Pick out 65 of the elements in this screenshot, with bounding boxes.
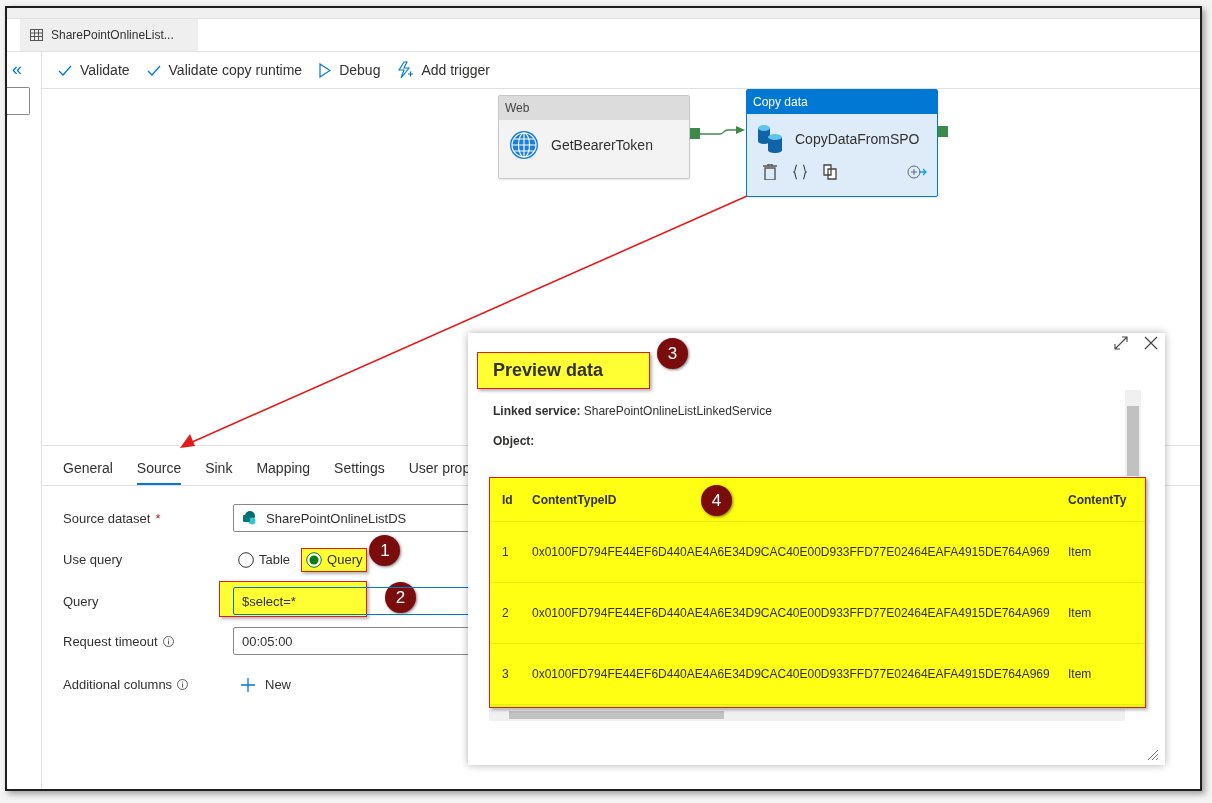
add-output-icon[interactable] xyxy=(907,165,927,179)
lightning-plus-icon xyxy=(397,61,414,79)
field-value: SharePointOnlineListDS xyxy=(266,510,407,526)
document-tab[interactable]: SharePointOnlineList... xyxy=(20,19,198,51)
copy-icon[interactable] xyxy=(823,164,837,180)
table-cell: 0x0100FD794FE44EF6D440AE4A6E34D9CAC40E00D933FFD77E02464EAFA4915DE764A969 xyxy=(532,545,1050,559)
field-label: Request timeout xyxy=(63,633,158,649)
activity-type: Copy data xyxy=(753,95,808,109)
side-tab[interactable] xyxy=(7,87,30,115)
linked-service-text: Linked service: SharePointOnlineListLinkedService xyxy=(493,404,772,418)
code-icon[interactable] xyxy=(793,164,807,180)
sharepoint-icon xyxy=(242,511,256,525)
required-mark: * xyxy=(155,510,161,526)
delete-icon[interactable] xyxy=(763,164,777,180)
column-header: Id xyxy=(502,492,513,507)
panel-tab[interactable]: General xyxy=(63,454,113,485)
panel-tab[interactable]: Settings xyxy=(334,454,385,485)
panel-tab[interactable]: Mapping xyxy=(256,454,311,485)
table-cell: Item xyxy=(1068,667,1092,681)
expand-icon[interactable] xyxy=(1114,336,1128,350)
table-cell: 3 xyxy=(502,667,509,681)
toolbar-button[interactable]: Validate copy runtime xyxy=(146,62,303,78)
number-marker: 3 xyxy=(657,338,688,369)
table-icon xyxy=(30,29,43,41)
close-icon[interactable] xyxy=(1144,336,1158,350)
activity-type: Web xyxy=(505,101,530,115)
toolbar-button[interactable]: Add trigger xyxy=(397,61,490,79)
toolbar-button[interactable]: Validate xyxy=(58,62,130,78)
radio-circle-icon xyxy=(306,551,323,568)
number-marker: 1 xyxy=(369,535,401,566)
field-label: Use query xyxy=(63,552,123,567)
radio-option[interactable]: Table xyxy=(233,547,296,572)
plus-icon xyxy=(241,677,255,692)
play-icon xyxy=(319,62,332,78)
new-button[interactable]: New xyxy=(233,667,299,702)
horizontal-scrollbar[interactable] xyxy=(489,709,1125,721)
activity-node[interactable]: Copy data CopyDataFromSPO xyxy=(746,89,938,197)
activity-node[interactable]: Web GetBearerToken xyxy=(498,95,690,179)
field-label: Additional columns xyxy=(63,677,173,692)
vertical-scrollbar[interactable] xyxy=(1125,390,1141,476)
connector-line xyxy=(690,126,746,140)
database-icon xyxy=(757,124,783,154)
table-cell: 1 xyxy=(502,545,509,559)
table-cell: 0x0100FD794FE44EF6D440AE4A6E34D9CAC40E00D933FFD77E02464EAFA4915DE764A969 xyxy=(532,667,1050,681)
activity-name: CopyDataFromSPO xyxy=(795,131,920,147)
panel-tab[interactable]: Sink xyxy=(205,454,233,485)
number-marker: 2 xyxy=(385,582,416,613)
table-cell: Item xyxy=(1068,545,1092,559)
checkmark-icon xyxy=(146,64,161,76)
column-header: ContentTypeID xyxy=(532,492,617,507)
resize-grip-icon[interactable] xyxy=(1145,747,1159,761)
table-cell: Item xyxy=(1068,606,1092,620)
dialog-title: Preview data xyxy=(477,352,650,389)
activity-name: GetBearerToken xyxy=(551,137,653,153)
toolbar-button[interactable]: Debug xyxy=(319,62,381,78)
field-label: Query xyxy=(63,593,99,609)
object-label: Object: xyxy=(493,434,535,448)
field-label: Source dataset xyxy=(63,510,151,526)
panel-tab[interactable]: Source xyxy=(136,454,182,485)
globe-icon xyxy=(509,130,539,160)
column-header: ContentTy xyxy=(1068,492,1127,507)
collapse-button[interactable]: « xyxy=(7,58,28,81)
checkmark-icon xyxy=(58,64,72,76)
radio-option[interactable]: Query xyxy=(301,547,368,572)
radio-circle-icon xyxy=(238,551,254,568)
